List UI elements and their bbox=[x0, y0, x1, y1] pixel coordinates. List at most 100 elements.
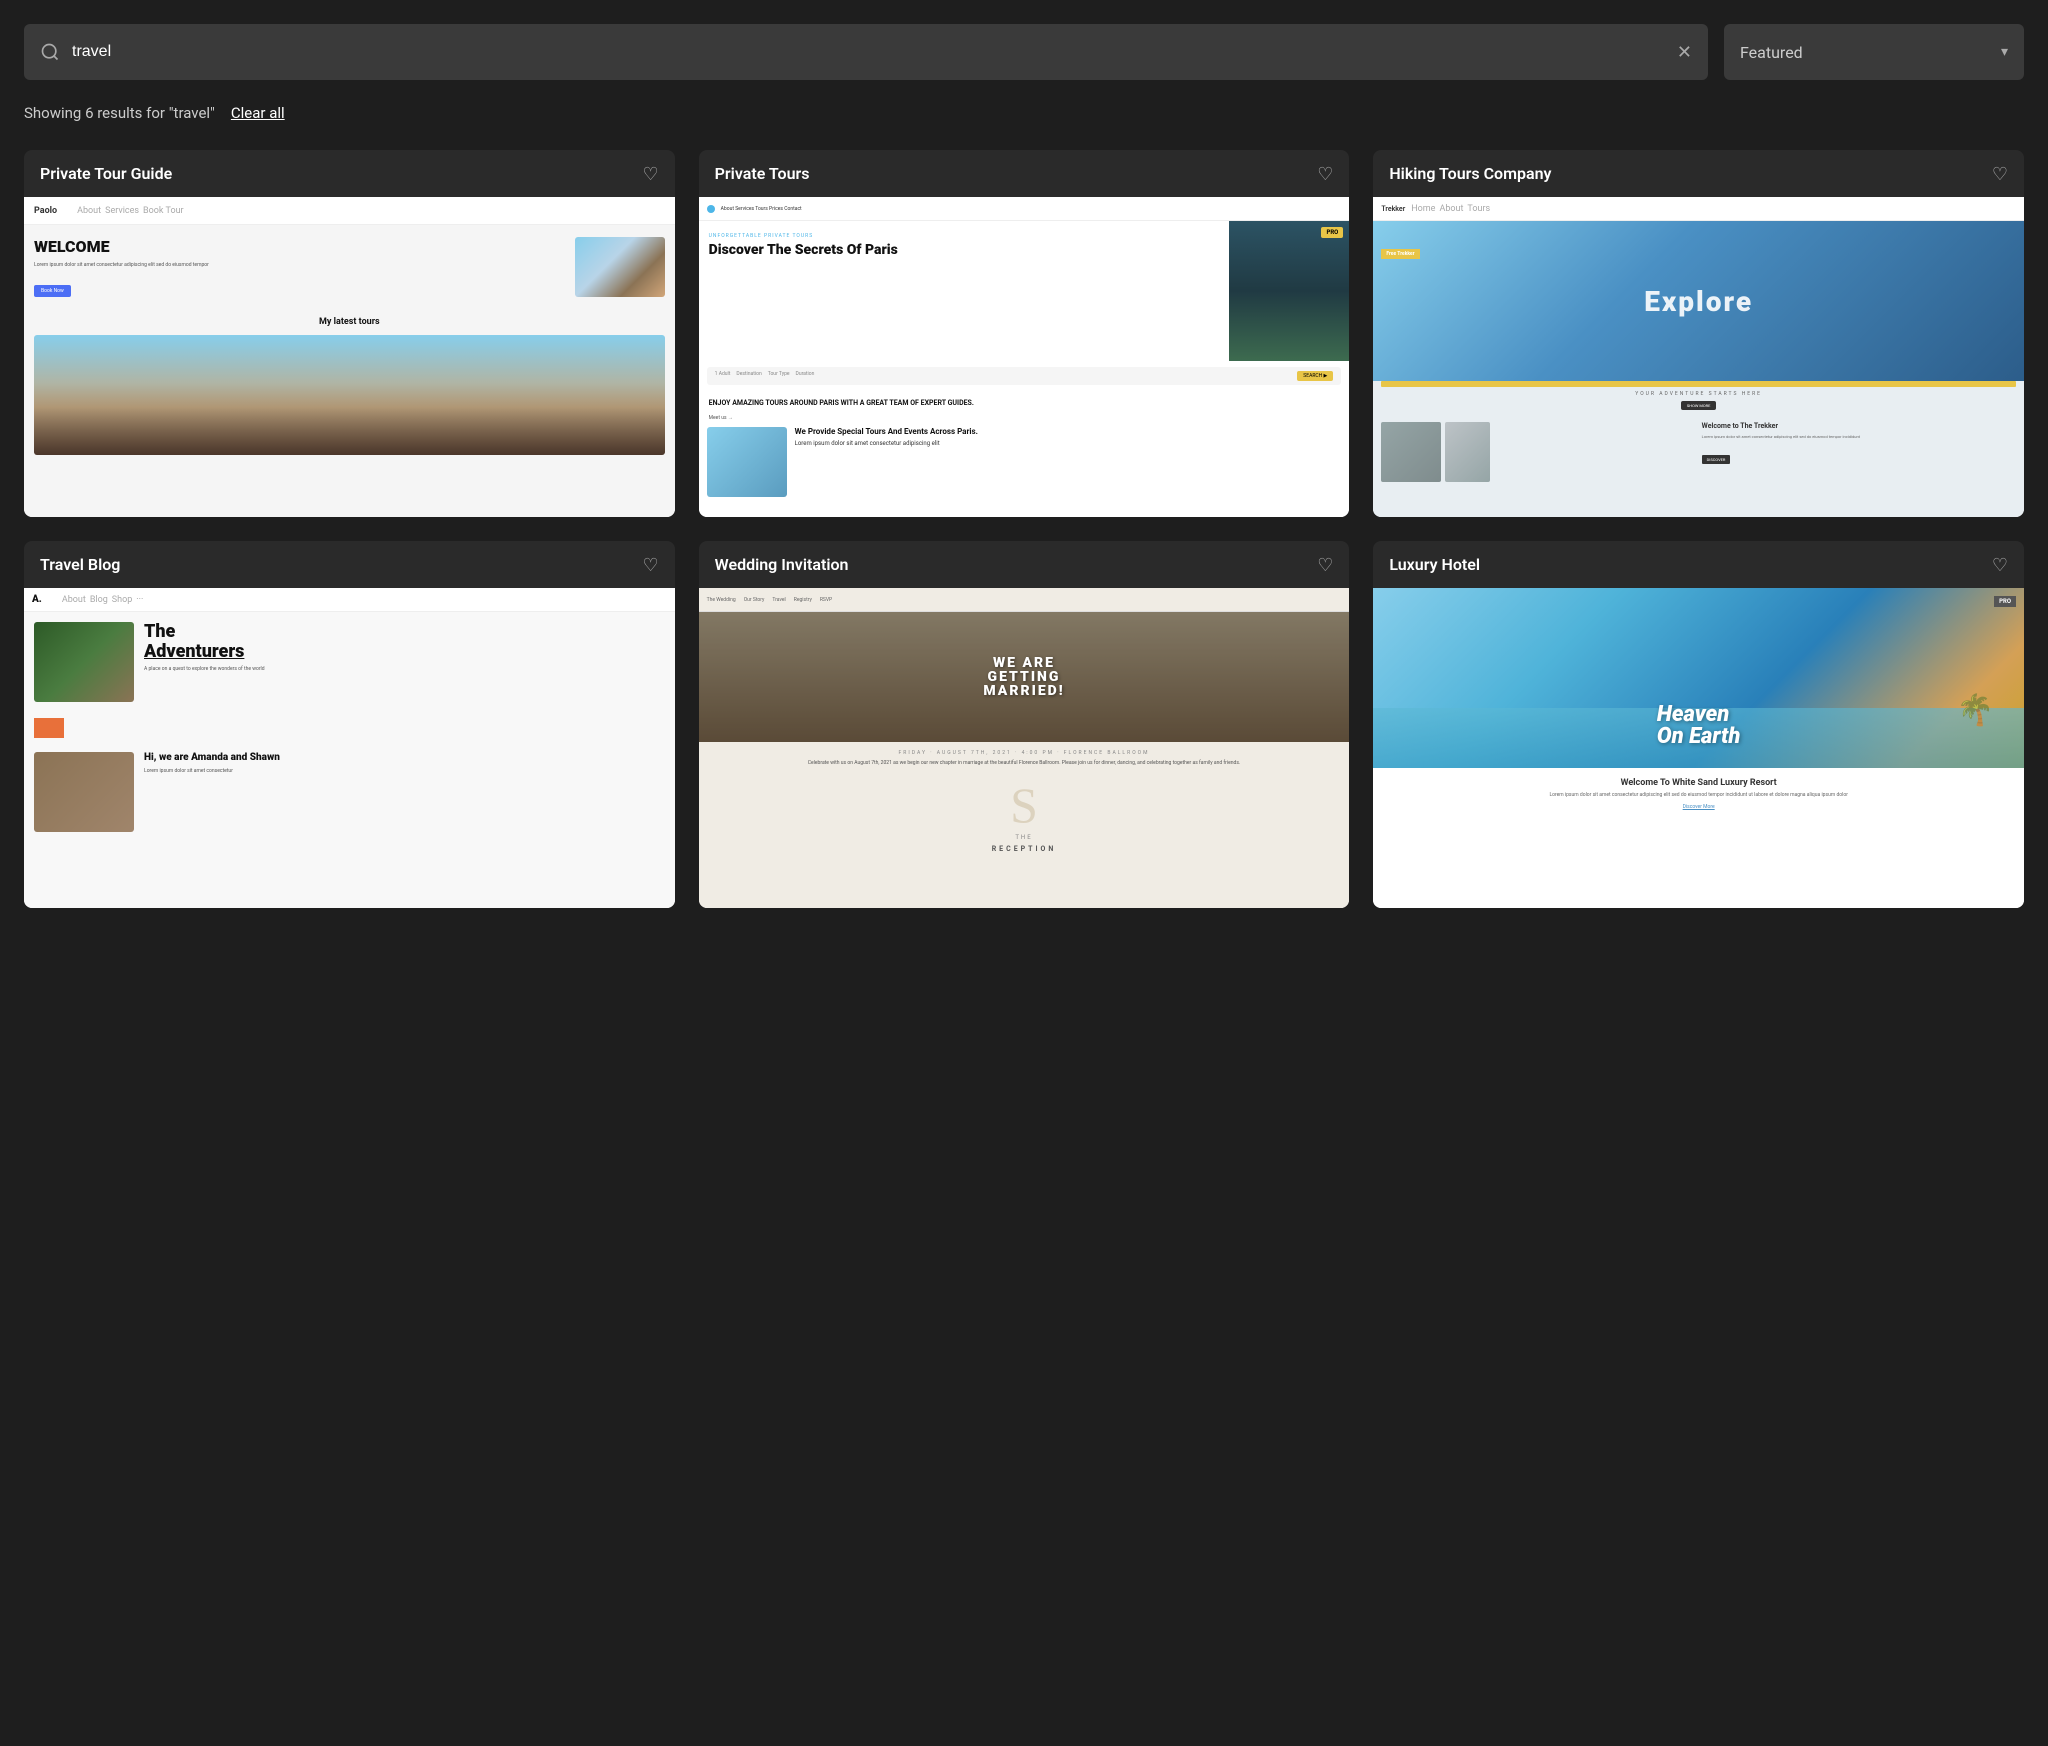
plux-palm-icon: 🌴 bbox=[1957, 693, 1994, 728]
top-bar: ✕ Featured ▾ bbox=[24, 24, 2024, 80]
plux-desc: Lorem ipsum dolor sit amet consectetur a… bbox=[1383, 792, 2014, 800]
phk-bottom-img1 bbox=[1381, 422, 1441, 482]
ppt-search-btn[interactable]: SEARCH ▶ bbox=[1297, 371, 1333, 381]
ptb-bottom-image bbox=[34, 752, 134, 832]
plux-heaven-text: Heaven bbox=[1657, 704, 1741, 726]
ptb-logo: A. bbox=[32, 594, 42, 605]
plux-bottom: Welcome To White Sand Luxury Resort Lore… bbox=[1373, 768, 2024, 820]
card-preview[interactable]: A. About Blog Shop ··· TheAdventurers A … bbox=[24, 588, 675, 908]
pwed-line3: MARRIED! bbox=[983, 684, 1064, 698]
ptb-desc: A place on a quest to explore the wonder… bbox=[144, 666, 665, 674]
free-badge: Free Trekker bbox=[1381, 249, 1419, 259]
card-title: Wedding Invitation bbox=[715, 555, 849, 574]
ppt-search-bar: 1 Adult Destination Tour Type Duration S… bbox=[707, 367, 1342, 385]
ptg-nav: Paolo About Services Book Tour bbox=[24, 197, 675, 225]
pro-badge: PRO bbox=[1994, 596, 2016, 607]
ppt-desc: ENJOY AMAZING TOURS AROUND PARIS WITH A … bbox=[699, 391, 1350, 415]
phk-bottom-img2 bbox=[1445, 422, 1490, 482]
card-header: Private Tours ♡ bbox=[699, 150, 1350, 197]
results-bar: Showing 6 results for "travel" Clear all bbox=[24, 104, 2024, 122]
ppt-bottom-title: We Provide Special Tours And Events Acro… bbox=[795, 427, 978, 436]
ptb-amanda-sub: Lorem ipsum dolor sit amet consectetur bbox=[144, 768, 280, 774]
phk-welcome-sub: Lorem ipsum dolor sit amet consectetur a… bbox=[1702, 434, 2012, 440]
chevron-down-icon: ▾ bbox=[2001, 44, 2008, 60]
pwed-the-text: THE bbox=[699, 834, 1350, 841]
ppt-nav: About Services Tours Prices Contact bbox=[699, 197, 1350, 221]
pwed-s-decorative: S bbox=[699, 776, 1350, 834]
favorite-button[interactable]: ♡ bbox=[643, 165, 659, 183]
pwed-nav-logo: The Wedding bbox=[707, 597, 736, 603]
plux-hero: PRO Heaven On Earth 🌴 bbox=[1373, 588, 2024, 768]
phk-bottom: Welcome to The Trekker Lorem ipsum dolor… bbox=[1373, 416, 2024, 488]
ptg-eiffel-overlay bbox=[34, 383, 665, 455]
phk-discover-btn[interactable]: DISCOVER bbox=[1702, 455, 1731, 464]
phk-cta-btn[interactable]: SHOW MORE bbox=[1681, 401, 1717, 410]
favorite-button[interactable]: ♡ bbox=[643, 556, 659, 574]
phk-nav-links: Home About Tours bbox=[1411, 204, 1490, 214]
preview-wedding: The Wedding Our Story Travel Registry RS… bbox=[699, 588, 1350, 908]
card-header: Luxury Hotel ♡ bbox=[1373, 541, 2024, 588]
ptg-cta-btn[interactable]: Book Now bbox=[34, 285, 71, 297]
card-preview[interactable]: The Wedding Our Story Travel Registry RS… bbox=[699, 588, 1350, 908]
pwed-hero-text: WE ARE GETTING MARRIED! bbox=[983, 656, 1064, 698]
search-input[interactable] bbox=[72, 43, 1677, 61]
search-clear-button[interactable]: ✕ bbox=[1677, 43, 1692, 61]
ptb-hero-image bbox=[34, 622, 134, 702]
card-private-tour-guide: Private Tour Guide ♡ Paolo About Service… bbox=[24, 150, 675, 517]
results-text: Showing 6 results for "travel" bbox=[24, 104, 215, 122]
phk-hero-wrapper: Free Trekker PRO Explore bbox=[1373, 221, 2024, 381]
card-header: Private Tour Guide ♡ bbox=[24, 150, 675, 197]
ppt-hero-area: Unforgettable Private Tours Discover The… bbox=[699, 221, 1350, 361]
ppt-bottom: We Provide Special Tours And Events Acro… bbox=[707, 427, 1342, 497]
clear-all-link[interactable]: Clear all bbox=[231, 104, 285, 122]
card-title: Private Tour Guide bbox=[40, 164, 172, 183]
ppt-bottom-image bbox=[707, 427, 787, 497]
template-grid: Private Tour Guide ♡ Paolo About Service… bbox=[24, 150, 2024, 908]
pwed-reception-text: RECEPTION bbox=[699, 841, 1350, 857]
card-header: Hiking Tours Company ♡ bbox=[1373, 150, 2024, 197]
pwed-hero: WE ARE GETTING MARRIED! bbox=[699, 612, 1350, 742]
favorite-button[interactable]: ♡ bbox=[1317, 165, 1333, 183]
pwed-line2: GETTING bbox=[983, 670, 1064, 684]
ptg-welcome-text: WELCOME bbox=[34, 237, 565, 256]
plux-welcome-title: Welcome To White Sand Luxury Resort bbox=[1383, 778, 2014, 788]
card-title: Luxury Hotel bbox=[1389, 555, 1480, 574]
preview-tour-guide: Paolo About Services Book Tour WELCOME L… bbox=[24, 197, 675, 517]
pwed-date: FRIDAY · AUGUST 7TH, 2021 · 4:00 PM · FL… bbox=[709, 750, 1340, 756]
ptg-subtitle: Lorem ipsum dolor sit amet consectetur a… bbox=[34, 262, 565, 269]
ptg-logo: Paolo bbox=[34, 206, 57, 216]
phk-welcome-title: Welcome to The Trekker bbox=[1702, 422, 2012, 430]
card-preview[interactable]: Trekker Home About Tours Free Trekker PR… bbox=[1373, 197, 2024, 517]
ptg-tours-title: My latest tours bbox=[24, 309, 675, 335]
phk-explore-text: Explore bbox=[1644, 285, 1753, 318]
ppt-eiffel-image: PRO bbox=[1229, 221, 1349, 361]
ptb-nav-links: About Blog Shop ··· bbox=[62, 595, 144, 605]
ptb-nav: A. About Blog Shop ··· bbox=[24, 588, 675, 612]
phk-welcome-col: Welcome to The Trekker Lorem ipsum dolor… bbox=[1698, 422, 2016, 482]
ptb-hero: TheAdventurers A place on a quest to exp… bbox=[24, 612, 675, 712]
phk-nav: Trekker Home About Tours bbox=[1373, 197, 2024, 221]
ptg-hero: WELCOME Lorem ipsum dolor sit amet conse… bbox=[24, 225, 675, 309]
ppt-bottom-desc: Lorem ipsum dolor sit amet consectetur a… bbox=[795, 436, 978, 451]
phk-bottom-images bbox=[1381, 422, 1691, 482]
featured-dropdown[interactable]: Featured ▾ bbox=[1724, 24, 2024, 80]
ptb-bottom: Hi, we are Amanda and Shawn Lorem ipsum … bbox=[24, 744, 675, 840]
favorite-button[interactable]: ♡ bbox=[1317, 556, 1333, 574]
card-preview[interactable]: About Services Tours Prices Contact Unfo… bbox=[699, 197, 1350, 517]
ppt-subtitle: Unforgettable Private Tours bbox=[709, 233, 1220, 239]
plux-discover-link[interactable]: Discover More bbox=[1383, 804, 2014, 810]
ppt-text-col: Unforgettable Private Tours Discover The… bbox=[699, 221, 1230, 361]
ptg-eiffel-image bbox=[34, 335, 665, 455]
card-title: Hiking Tours Company bbox=[1389, 164, 1551, 183]
featured-label: Featured bbox=[1740, 43, 1803, 62]
phk-tagline: YOUR ADVENTURE STARTS HERE bbox=[1373, 387, 2024, 401]
favorite-button[interactable]: ♡ bbox=[1992, 165, 2008, 183]
ptg-hero-text: WELCOME Lorem ipsum dolor sit amet conse… bbox=[34, 237, 565, 297]
ppt-nav-links: About Services Tours Prices Contact bbox=[721, 206, 802, 212]
card-header: Travel Blog ♡ bbox=[24, 541, 675, 588]
ptb-orange-accent bbox=[34, 718, 64, 738]
favorite-button[interactable]: ♡ bbox=[1992, 556, 2008, 574]
card-preview[interactable]: PRO Heaven On Earth 🌴 Welcome To White S… bbox=[1373, 588, 2024, 908]
preview-luxury: PRO Heaven On Earth 🌴 Welcome To White S… bbox=[1373, 588, 2024, 908]
card-preview[interactable]: Paolo About Services Book Tour WELCOME L… bbox=[24, 197, 675, 517]
